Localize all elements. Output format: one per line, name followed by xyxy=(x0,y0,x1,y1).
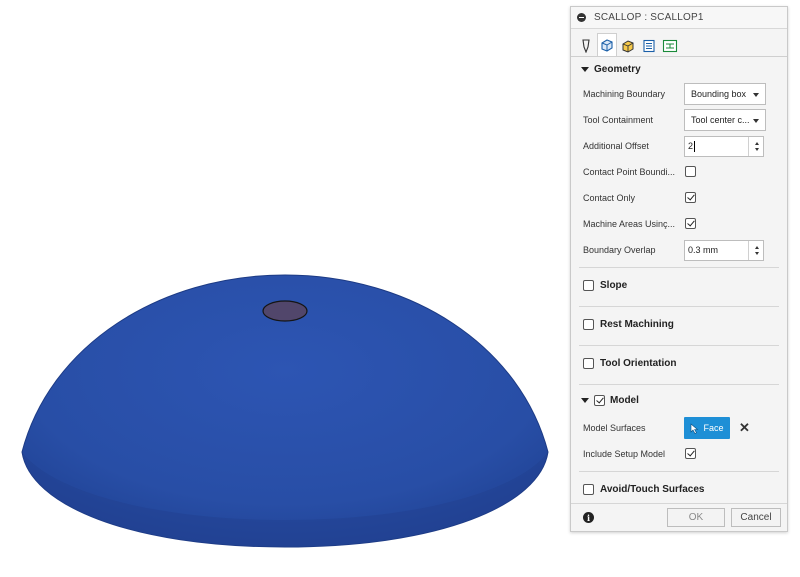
3d-viewport[interactable] xyxy=(0,0,570,577)
tab-tool[interactable] xyxy=(576,34,596,56)
contact-point-boundary-checkbox[interactable] xyxy=(685,166,696,177)
scallop-dialog: SCALLOP : SCALLOP1 Geometry Machining Bo… xyxy=(570,6,788,532)
slope-checkbox[interactable] xyxy=(583,279,594,291)
include-setup-model-row: Include Setup Model xyxy=(571,441,787,467)
machine-areas-checkbox[interactable] xyxy=(685,218,696,229)
spinner-up-icon[interactable] xyxy=(755,245,759,249)
rest-machining-checkbox[interactable] xyxy=(583,318,594,330)
info-icon[interactable]: i xyxy=(583,512,594,523)
chevron-down-icon xyxy=(753,119,759,123)
face-select-button[interactable]: Face xyxy=(684,417,730,439)
slope-title: Slope xyxy=(600,279,628,291)
section-slope[interactable]: Slope xyxy=(571,268,787,302)
boundary-overlap-input[interactable]: 0.3 mm xyxy=(684,239,764,261)
tab-linking[interactable] xyxy=(660,34,680,56)
cancel-button[interactable]: Cancel xyxy=(731,508,781,527)
expand-triangle-icon xyxy=(581,397,589,403)
section-tool-orientation[interactable]: Tool Orientation xyxy=(571,346,787,380)
contact-only-row: Contact Only xyxy=(571,185,787,211)
cursor-arrow-icon xyxy=(691,422,699,434)
dialog-titlebar[interactable]: SCALLOP : SCALLOP1 xyxy=(571,7,787,29)
dialog-footer: i OK Cancel xyxy=(571,503,787,531)
boundary-overlap-value: 0.3 mm xyxy=(688,245,719,255)
tool-containment-row: Tool Containment Tool center c... xyxy=(571,107,787,133)
boundary-overlap-row: Boundary Overlap 0.3 mm xyxy=(571,237,787,263)
contact-point-boundary-row: Contact Point Boundi... xyxy=(571,159,787,185)
passes-icon xyxy=(643,39,655,52)
clear-selection-close-icon[interactable]: ✕ xyxy=(739,420,750,436)
machining-boundary-row: Machining Boundary Bounding box xyxy=(571,81,787,107)
model-surfaces-label: Model Surfaces xyxy=(583,423,646,433)
contact-point-boundary-label: Contact Point Boundi... xyxy=(583,167,676,177)
section-geometry-header[interactable]: Geometry xyxy=(571,57,787,81)
machining-boundary-label: Machining Boundary xyxy=(583,89,666,99)
dome-model[interactable] xyxy=(0,0,570,577)
tool-orientation-checkbox[interactable] xyxy=(583,357,594,369)
rest-machining-title: Rest Machining xyxy=(600,318,674,330)
machine-areas-label: Machine Areas Usinç... xyxy=(583,219,676,229)
tab-heights[interactable] xyxy=(618,34,638,56)
spinner-up-icon[interactable] xyxy=(755,141,759,145)
tool-containment-select[interactable]: Tool center c... xyxy=(684,109,766,131)
contact-only-label: Contact Only xyxy=(583,193,636,203)
section-model-header[interactable]: Model xyxy=(571,385,787,415)
spinner-down-icon[interactable] xyxy=(755,147,759,151)
dialog-tabs xyxy=(571,29,787,57)
machining-boundary-select[interactable]: Bounding box xyxy=(684,83,766,105)
tool-icon xyxy=(582,38,590,53)
additional-offset-value: 2 xyxy=(688,141,694,151)
tool-orientation-title: Tool Orientation xyxy=(600,357,677,369)
spinner-down-icon[interactable] xyxy=(755,251,759,255)
section-avoid-touch[interactable]: Avoid/Touch Surfaces xyxy=(571,472,787,506)
expand-triangle-icon xyxy=(581,66,589,72)
heights-icon xyxy=(622,39,634,53)
chevron-down-icon xyxy=(753,93,759,97)
contact-only-checkbox[interactable] xyxy=(685,192,696,203)
section-rest-machining[interactable]: Rest Machining xyxy=(571,307,787,341)
ok-button[interactable]: OK xyxy=(667,508,725,527)
face-button-label: Face xyxy=(703,423,724,433)
tab-geometry[interactable] xyxy=(597,33,617,56)
model-checkbox[interactable] xyxy=(594,394,605,406)
model-surfaces-row: Model Surfaces Face ✕ xyxy=(571,415,787,441)
machining-boundary-value: Bounding box xyxy=(691,89,747,99)
geometry-icon xyxy=(601,39,613,52)
tool-containment-value: Tool center c... xyxy=(691,115,750,125)
tab-passes[interactable] xyxy=(639,34,659,56)
include-setup-model-checkbox[interactable] xyxy=(685,448,696,459)
model-title: Model xyxy=(610,394,639,406)
additional-offset-input[interactable]: 2 xyxy=(684,135,764,157)
avoid-touch-checkbox[interactable] xyxy=(583,483,594,495)
collapse-dialog-icon[interactable] xyxy=(577,13,586,22)
additional-offset-label: Additional Offset xyxy=(583,141,649,151)
dialog-title: SCALLOP : SCALLOP1 xyxy=(594,12,704,23)
geometry-title: Geometry xyxy=(594,63,641,75)
linking-icon xyxy=(662,39,678,52)
machine-areas-row: Machine Areas Usinç... xyxy=(571,211,787,237)
additional-offset-row: Additional Offset 2 xyxy=(571,133,787,159)
boundary-overlap-label: Boundary Overlap xyxy=(583,245,656,255)
top-hole xyxy=(262,300,308,322)
text-cursor xyxy=(694,140,696,152)
tool-containment-label: Tool Containment xyxy=(583,115,654,125)
avoid-touch-title: Avoid/Touch Surfaces xyxy=(600,483,705,495)
include-setup-model-label: Include Setup Model xyxy=(583,449,666,459)
